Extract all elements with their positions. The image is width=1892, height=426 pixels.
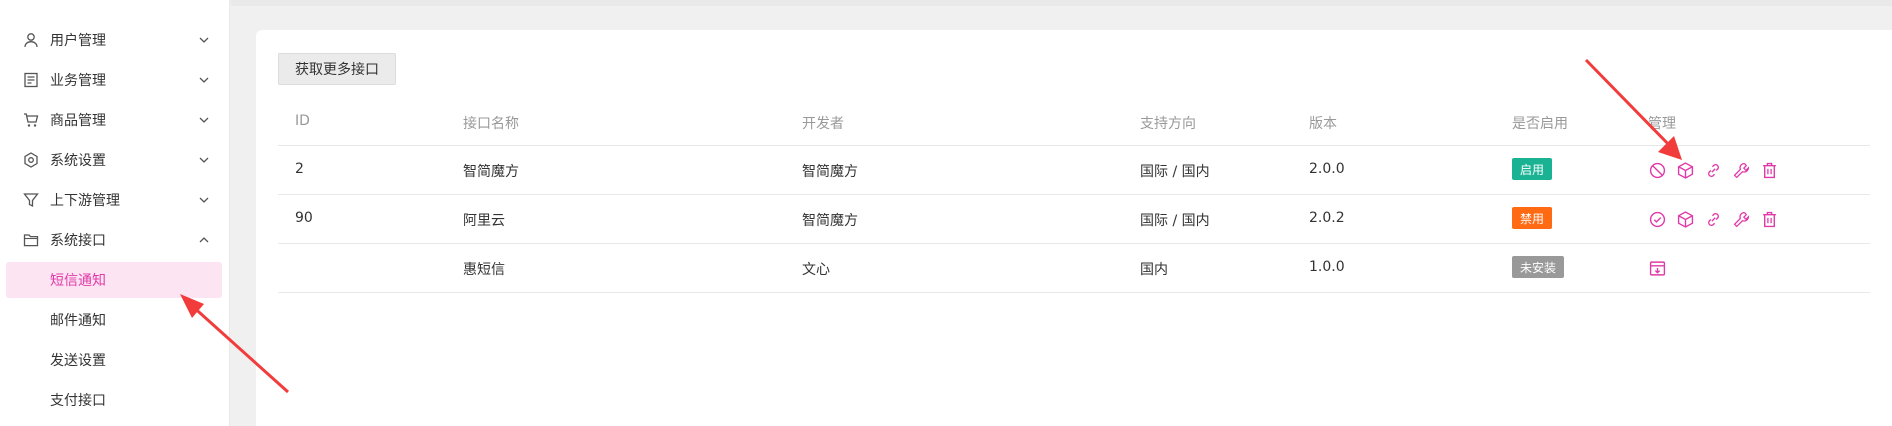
user-icon — [22, 31, 40, 49]
hexagon-settings-icon — [22, 151, 40, 169]
cell-direction: 国际 / 国内 — [1140, 164, 1210, 180]
enable-icon[interactable] — [1648, 210, 1666, 228]
document-icon — [22, 71, 40, 89]
sidebar-subitem-send-settings[interactable]: 发送设置 — [6, 342, 222, 378]
wrench-icon[interactable] — [1732, 161, 1750, 179]
sidebar-item-upstream-downstream[interactable]: 上下游管理 — [0, 180, 230, 220]
status-badge: 启用 — [1512, 158, 1553, 180]
cell-developer: 智简魔方 — [802, 164, 858, 180]
divider — [278, 243, 1870, 244]
sidebar-item-label: 系统设置 — [50, 153, 106, 169]
package-icon[interactable] — [1676, 161, 1694, 179]
sidebar-item-user-management[interactable]: 用户管理 — [0, 20, 230, 60]
sidebar-item-business-management[interactable]: 业务管理 — [0, 60, 230, 100]
sidebar-item-label: 业务管理 — [50, 73, 106, 89]
get-more-interfaces-button[interactable]: 获取更多接口 — [278, 53, 396, 85]
column-header-manage: 管理 — [1648, 116, 1676, 132]
sidebar-item-label: 上下游管理 — [50, 193, 120, 209]
column-header-direction: 支持方向 — [1140, 116, 1196, 132]
chevron-up-icon — [199, 237, 209, 243]
chevron-down-icon — [199, 37, 209, 43]
cell-version: 1.0.0 — [1309, 259, 1345, 275]
sidebar-subitem-label: 发送设置 — [50, 353, 106, 369]
sidebar-subitem-sms-notification[interactable]: 短信通知 — [6, 262, 222, 298]
trash-icon[interactable] — [1760, 210, 1778, 228]
sidebar-subitem-payment-interface[interactable]: 支付接口 — [6, 382, 222, 418]
sidebar-subitem-email-notification[interactable]: 邮件通知 — [6, 302, 222, 338]
cell-id: 90 — [295, 210, 313, 226]
install-icon[interactable] — [1648, 259, 1666, 277]
sidebar: 用户管理 业务管理 商品管理 系统设置 上下游管理 系统接口 短信通知 邮件通知… — [0, 0, 230, 426]
column-header-name: 接口名称 — [463, 116, 519, 132]
chevron-down-icon — [199, 117, 209, 123]
column-header-version: 版本 — [1309, 116, 1337, 132]
chevron-down-icon — [199, 197, 209, 203]
disable-icon[interactable] — [1648, 161, 1666, 179]
divider — [278, 145, 1870, 146]
sidebar-item-label: 用户管理 — [50, 33, 106, 49]
column-header-enabled: 是否启用 — [1512, 116, 1568, 132]
sidebar-item-product-management[interactable]: 商品管理 — [0, 100, 230, 140]
cell-version: 2.0.0 — [1309, 161, 1345, 177]
trash-icon[interactable] — [1760, 161, 1778, 179]
cell-name: 惠短信 — [463, 262, 505, 278]
cell-name: 阿里云 — [463, 213, 505, 229]
divider — [278, 194, 1870, 195]
cell-developer: 智简魔方 — [802, 213, 858, 229]
sidebar-subitem-label: 短信通知 — [50, 273, 106, 289]
link-icon[interactable] — [1704, 161, 1722, 179]
cell-direction: 国际 / 国内 — [1140, 213, 1210, 229]
cell-id: 2 — [295, 161, 304, 177]
cart-icon — [22, 111, 40, 129]
cell-name: 智简魔方 — [463, 164, 519, 180]
sidebar-item-label: 商品管理 — [50, 113, 106, 129]
status-badge: 未安装 — [1512, 256, 1565, 278]
status-badge: 禁用 — [1512, 207, 1553, 229]
sidebar-item-system-interface[interactable]: 系统接口 — [0, 220, 230, 260]
link-icon[interactable] — [1704, 210, 1722, 228]
folder-icon — [22, 231, 40, 249]
wrench-icon[interactable] — [1732, 210, 1750, 228]
cell-developer: 文心 — [802, 262, 830, 278]
column-header-developer: 开发者 — [802, 116, 844, 132]
chevron-down-icon — [199, 77, 209, 83]
chevron-down-icon — [199, 157, 209, 163]
column-header-id: ID — [295, 113, 310, 129]
divider — [278, 292, 1870, 293]
sidebar-subitem-label: 邮件通知 — [50, 313, 106, 329]
cell-direction: 国内 — [1140, 262, 1168, 278]
package-icon[interactable] — [1676, 210, 1694, 228]
filter-icon — [22, 191, 40, 209]
top-strip — [231, 0, 1892, 6]
cell-version: 2.0.2 — [1309, 210, 1345, 226]
sidebar-item-system-settings[interactable]: 系统设置 — [0, 140, 230, 180]
sidebar-item-label: 系统接口 — [50, 233, 106, 249]
sidebar-subitem-label: 支付接口 — [50, 393, 106, 409]
